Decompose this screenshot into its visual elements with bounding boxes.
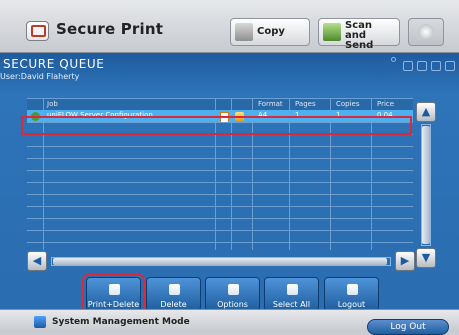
secure-print-icon [26, 21, 49, 41]
select-all-icon [287, 284, 298, 295]
col-pages: Pages [295, 100, 316, 108]
col-price: Price [377, 100, 395, 108]
system-button[interactable] [408, 18, 444, 46]
system-mode-icon [34, 316, 46, 328]
app-title: Secure Print [56, 20, 164, 38]
tray-icon-2 [417, 61, 427, 71]
dot-icon [391, 57, 396, 62]
scroll-thumb-horizontal[interactable] [53, 258, 387, 265]
scan-label-line1: Scan and [345, 20, 372, 41]
select-all-button[interactable]: Select All [264, 277, 319, 311]
print-delete-icon [109, 284, 120, 295]
corner-status-icons [391, 57, 459, 71]
print-delete-label: Print+Delete [87, 300, 140, 309]
delete-label: Delete [160, 300, 187, 309]
col-job: Job [47, 100, 58, 108]
options-label: Options [217, 300, 248, 309]
action-bar: Print+Delete Delete Options Select All L… [0, 267, 459, 315]
scroll-thumb-vertical[interactable] [422, 126, 430, 244]
secure-queue-panel: SECURE QUEUE User:David Flaherty Job For… [0, 53, 459, 315]
logout-icon [347, 284, 358, 295]
delete-icon [169, 284, 180, 295]
user-name: User:David Flaherty [0, 72, 80, 81]
logout-action-button[interactable]: Logout [324, 277, 379, 311]
queue-title: SECURE QUEUE [3, 57, 105, 71]
print-delete-button[interactable]: Print+Delete [82, 273, 145, 315]
scroll-up-button[interactable]: ▲ [416, 102, 436, 122]
vertical-scrollbar[interactable]: ▲ ▼ [415, 98, 437, 268]
status-bar: System Management Mode Log Out [0, 309, 459, 335]
scan-label: Scan and Send [345, 21, 395, 51]
copy-button[interactable]: Copy [230, 18, 310, 46]
app-header: Secure Print Copy Scan and Send [0, 0, 459, 53]
logout-action-label: Logout [337, 300, 366, 309]
scan-send-icon [323, 23, 341, 41]
select-all-label: Select All [272, 300, 311, 309]
options-icon [228, 284, 239, 295]
tray-icon-4 [445, 61, 455, 71]
col-format: Format [258, 100, 283, 108]
tray-icon-3 [431, 61, 441, 71]
system-mode-text: System Management Mode [52, 317, 190, 327]
scan-label-line2: Send [345, 40, 374, 51]
delete-button[interactable]: Delete [146, 277, 201, 311]
scroll-down-button[interactable]: ▼ [416, 248, 436, 268]
col-copies: Copies [336, 100, 360, 108]
copy-icon [235, 23, 253, 41]
system-icon [418, 24, 434, 40]
log-out-button[interactable]: Log Out [367, 319, 449, 335]
scan-and-send-button[interactable]: Scan and Send [318, 18, 400, 51]
selection-highlight [21, 116, 412, 135]
copy-label: Copy [257, 26, 285, 37]
tray-icon-1 [403, 61, 413, 71]
options-button[interactable]: Options [205, 277, 260, 311]
